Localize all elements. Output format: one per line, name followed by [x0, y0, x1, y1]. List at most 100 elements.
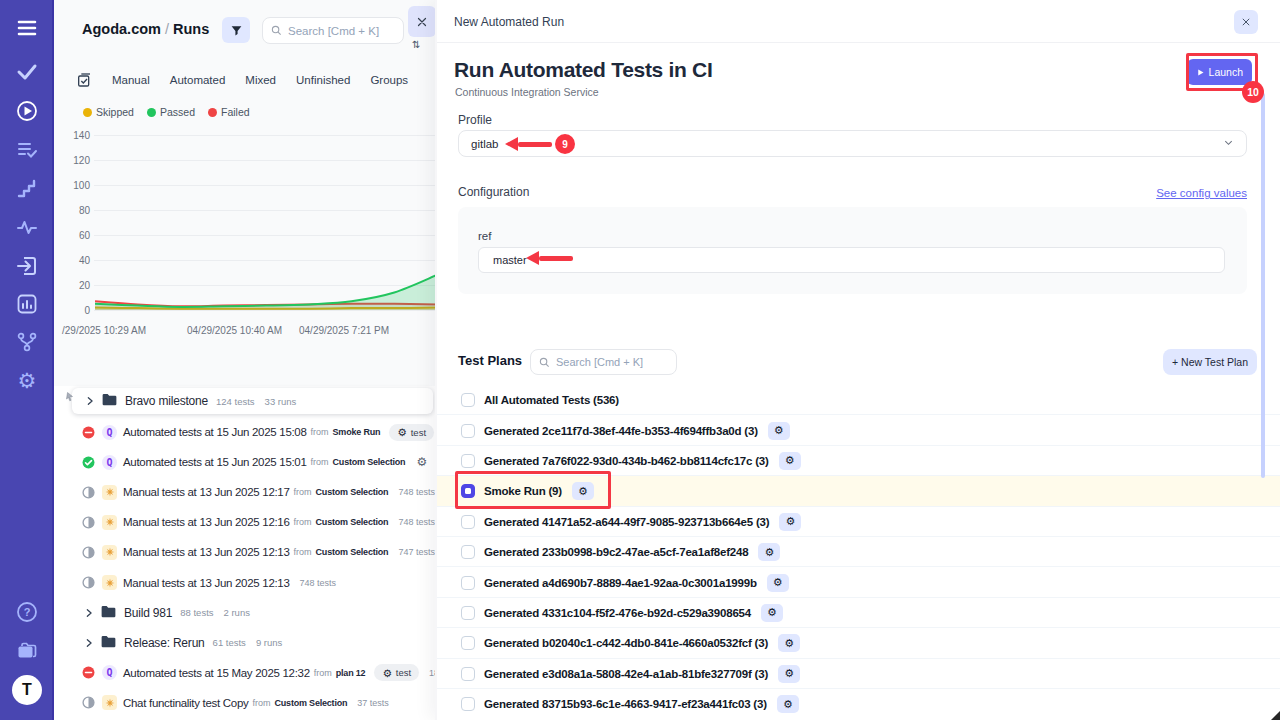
test-plan-checkbox[interactable] [461, 636, 475, 650]
test-plan-label[interactable]: Generated 41471a52-a644-49f7-9085-923713… [484, 516, 769, 528]
folder-name[interactable]: Bravo milestone [125, 394, 208, 408]
test-plan-label[interactable]: Generated a4d690b7-8889-4ae1-92aa-0c3001… [484, 577, 757, 589]
tab-unfinished[interactable]: Unfinished [296, 74, 350, 86]
settings-icon[interactable]: ⚙ [16, 370, 38, 392]
tab-groups[interactable]: Groups [370, 74, 408, 86]
test-plan-row[interactable]: Generated e3d08a1a-5808-42e4-a1ab-81bfe3… [437, 659, 1280, 689]
run-source[interactable]: Smoke Run [333, 427, 381, 437]
ref-input[interactable]: master [478, 247, 1225, 273]
run-test-badge[interactable]: ⚙test [389, 424, 434, 441]
folders-icon[interactable] [16, 640, 38, 662]
run-folder-row[interactable]: Release: Rerun61 tests9 runs [54, 628, 437, 658]
run-row[interactable]: QAutomated tests at 15 Jun 2025 15:01fro… [54, 447, 437, 477]
test-plan-checkbox[interactable] [461, 515, 475, 529]
menu-icon[interactable] [16, 17, 38, 39]
workspace-logo[interactable]: T [12, 675, 42, 705]
folder-name[interactable]: Build 981 [124, 606, 172, 620]
panel-close-button[interactable] [408, 6, 436, 37]
test-plan-row[interactable]: Generated 2ce11f7d-38ef-44fe-b353-4f694f… [437, 415, 1280, 445]
test-plan-settings-icon[interactable]: ⚙ [778, 665, 800, 683]
run-folder-row[interactable]: Build 98188 tests2 runs [54, 598, 437, 628]
breadcrumb-project[interactable]: Agoda.com [82, 21, 161, 37]
run-name[interactable]: Manual tests at 13 Jun 2025 12:17 [123, 486, 290, 498]
test-plan-checkbox[interactable] [461, 454, 475, 468]
steps-icon[interactable] [16, 178, 38, 200]
test-plan-settings-icon[interactable]: ⚙ [779, 513, 801, 531]
test-plan-settings-icon[interactable]: ⚙ [777, 695, 799, 713]
filter-button[interactable] [222, 17, 250, 43]
run-name[interactable]: Automated tests at 15 Jun 2025 15:01 [123, 456, 307, 468]
chevron-right-icon[interactable] [85, 396, 95, 406]
test-plan-label[interactable]: Generated 4331c104-f5f2-476e-b92d-c529a3… [484, 607, 751, 619]
run-row[interactable]: Chat functinality test CopyfromCustom Se… [54, 688, 437, 718]
run-row[interactable]: Manual tests at 13 Jun 2025 12:13748 tes… [54, 567, 437, 597]
test-plan-settings-icon[interactable]: ⚙ [779, 452, 801, 470]
run-source[interactable]: Custom Selection [316, 547, 389, 557]
test-plans-search-input[interactable]: Search [Cmd + K] [530, 349, 677, 375]
test-plan-label[interactable]: Generated 7a76f022-93d0-434b-b462-bb8114… [484, 455, 769, 467]
run-settings-icon[interactable]: ⚙ [416, 456, 427, 468]
run-source[interactable]: plan 12 [336, 668, 366, 678]
test-plan-label[interactable]: Generated 233b0998-b9c2-47ae-a5cf-7ea1af… [484, 546, 748, 558]
run-row[interactable]: QAutomated tests at 15 Jun 2025 15:08fro… [54, 417, 437, 447]
test-plan-row[interactable]: Generated b02040c1-c442-4db0-841e-4660a0… [437, 628, 1280, 658]
git-branch-icon[interactable] [16, 331, 38, 353]
test-plan-label[interactable]: All Automated Tests (536) [484, 394, 619, 406]
test-plan-settings-icon[interactable]: ⚙ [778, 634, 800, 652]
run-name[interactable]: Chat functinality test Copy [123, 697, 249, 709]
run-row[interactable]: Manual tests at 13 Jun 2025 12:17fromCus… [54, 477, 437, 507]
run-name[interactable]: Manual tests at 13 Jun 2025 12:16 [123, 516, 290, 528]
test-plan-checkbox[interactable] [461, 393, 475, 407]
run-name[interactable]: Manual tests at 13 Jun 2025 12:13 [123, 577, 290, 589]
bar-chart-icon[interactable] [16, 293, 38, 315]
run-name[interactable]: Automated tests at 15 Jun 2025 15:08 [123, 426, 307, 438]
chevron-right-icon[interactable] [84, 638, 94, 648]
new-test-plan-button[interactable]: + New Test Plan [1163, 349, 1257, 375]
test-plan-row[interactable]: Generated 4331c104-f5f2-476e-b92d-c529a3… [437, 598, 1280, 628]
test-plan-row[interactable]: Generated 83715b93-6c1e-4663-9417-ef23a4… [437, 689, 1280, 719]
drawer-close-button[interactable] [1234, 10, 1258, 34]
run-name[interactable]: Automated tests at 15 May 2025 12:32 [123, 667, 310, 679]
run-source[interactable]: Custom Selection [316, 517, 389, 527]
breadcrumb-page[interactable]: Runs [173, 21, 209, 37]
tab-automated[interactable]: Automated [170, 74, 226, 86]
test-plan-checkbox[interactable] [461, 697, 475, 711]
help-icon[interactable]: ? [16, 601, 38, 623]
test-plan-label[interactable]: Generated b02040c1-c442-4db0-841e-4660a0… [484, 637, 768, 649]
profile-select[interactable]: gitlab [458, 130, 1247, 157]
test-plan-row[interactable]: Generated 233b0998-b9c2-47ae-a5cf-7ea1af… [437, 537, 1280, 567]
test-plan-label[interactable]: Generated 2ce11f7d-38ef-44fe-b353-4f694f… [484, 425, 758, 437]
run-test-badge[interactable]: ⚙test [374, 664, 419, 681]
run-source[interactable]: Custom Selection [275, 698, 348, 708]
test-plan-row[interactable]: Generated 41471a52-a644-49f7-9085-923713… [437, 507, 1280, 537]
test-plan-row[interactable]: Generated a4d690b7-8889-4ae1-92aa-0c3001… [437, 567, 1280, 597]
folder-name[interactable]: Release: Rerun [124, 636, 205, 650]
run-folder-bravo[interactable]: Bravo milestone124 tests33 runs [72, 388, 433, 414]
breadcrumb[interactable]: Agoda.com/Runs [82, 21, 209, 37]
activity-icon[interactable] [16, 216, 38, 238]
test-plan-checkbox[interactable] [461, 576, 475, 590]
run-source[interactable]: Custom Selection [333, 457, 406, 467]
sort-icon[interactable]: ⇅ [412, 39, 419, 50]
test-plan-settings-icon[interactable]: ⚙ [767, 574, 789, 592]
test-plan-settings-icon[interactable]: ⚙ [758, 543, 780, 561]
chevron-right-icon[interactable] [84, 608, 94, 618]
test-plan-settings-icon[interactable]: ⚙ [761, 604, 783, 622]
check-icon[interactable] [16, 61, 38, 83]
test-plan-label[interactable]: Generated 83715b93-6c1e-4663-9417-ef23a4… [484, 698, 767, 710]
test-plan-row[interactable]: All Automated Tests (536) [437, 385, 1280, 415]
test-plan-checkbox[interactable] [461, 667, 475, 681]
play-icon[interactable] [16, 100, 38, 122]
tab-manual[interactable]: Manual [112, 74, 150, 86]
import-icon[interactable] [16, 255, 38, 277]
see-config-values-link[interactable]: See config values [1156, 187, 1247, 199]
drawer-scrollbar[interactable] [1261, 93, 1265, 478]
list-check-icon[interactable] [16, 139, 38, 161]
test-plan-checkbox[interactable] [461, 424, 475, 438]
run-name[interactable]: Manual tests at 13 Jun 2025 12:13 [123, 546, 290, 558]
test-plan-label[interactable]: Generated e3d08a1a-5808-42e4-a1ab-81bfe3… [484, 668, 768, 680]
tab-mixed[interactable]: Mixed [245, 74, 276, 86]
select-runs-icon[interactable] [76, 72, 92, 88]
test-plan-checkbox[interactable] [461, 606, 475, 620]
test-plan-settings-icon[interactable]: ⚙ [768, 422, 790, 440]
